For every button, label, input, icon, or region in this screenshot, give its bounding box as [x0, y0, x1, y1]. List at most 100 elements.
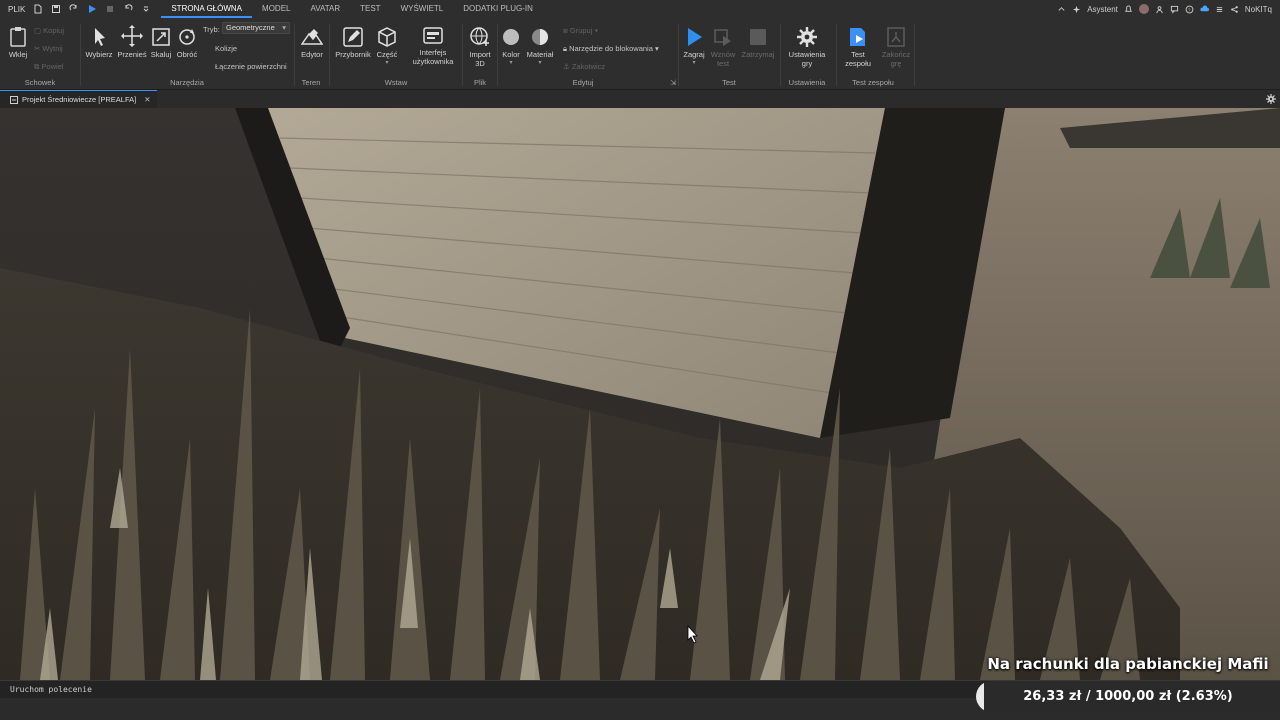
redo-arrow-icon[interactable] [69, 4, 79, 14]
notifications-icon[interactable] [1124, 4, 1133, 14]
color-circle-icon [503, 29, 519, 45]
group-label-file: Plik [473, 78, 487, 87]
assistant-button[interactable]: Asystent [1087, 5, 1118, 14]
cube-icon [378, 27, 396, 47]
mode-select[interactable]: Geometryczne [222, 22, 290, 34]
team-test-label-2: zespołu [845, 59, 871, 68]
color-button[interactable]: Kolor ▾ [500, 26, 522, 66]
game-settings-button[interactable]: Ustawienia gry [784, 26, 830, 68]
import-3d-button[interactable]: Import 3D [465, 26, 495, 68]
mode-value: Geometryczne [226, 23, 275, 32]
viewport-settings-icon[interactable] [1266, 94, 1276, 104]
toolbox-button[interactable]: Przybornik [333, 26, 373, 59]
copy-button[interactable]: ▢ Kopiuj [34, 26, 64, 35]
edit-expand-icon[interactable]: ⇲ [670, 78, 676, 87]
quick-access-dropdown-icon[interactable] [141, 4, 151, 14]
save-icon[interactable] [51, 4, 61, 14]
avatar[interactable] [1138, 4, 1149, 14]
tab-home[interactable]: STRONA GŁÓWNA [161, 0, 253, 18]
paste-button[interactable]: Wklej [6, 26, 30, 59]
game-settings-label-2: gry [801, 59, 813, 68]
list-icon[interactable] [1215, 5, 1224, 14]
user-interface-label-1: Interfejs [419, 48, 447, 57]
undo-icon[interactable] [123, 4, 133, 14]
tab-model[interactable]: MODEL [252, 0, 300, 18]
lock-tool-label: Narzędzie do blokowania [569, 44, 653, 53]
document-tab[interactable]: Projekt Średniowiecze [PREALFA] ✕ [0, 90, 157, 108]
collapse-ribbon-icon[interactable] [1057, 5, 1066, 14]
tab-plugins[interactable]: DODATKI PLUG-IN [453, 0, 543, 18]
material-sphere-icon [532, 29, 548, 45]
assistant-icon[interactable] [1072, 5, 1081, 14]
ribbon-divider [294, 24, 295, 86]
group-button[interactable]: ⧈ Grupuj ▾ [563, 26, 598, 36]
duplicate-button[interactable]: ⧉ Powiel [34, 62, 64, 72]
scale-label: Skaluj [150, 50, 172, 59]
toolbox-label: Przybornik [335, 50, 371, 59]
duplicate-label: Powiel [41, 62, 64, 71]
share-icon[interactable] [1230, 5, 1239, 14]
anchor-button[interactable]: ⚓︎ Zakotwicz [563, 62, 605, 71]
part-label: Część [376, 50, 398, 59]
ribbon-divider [329, 24, 330, 86]
donation-progress-bar: 26,33 zł / 1000,00 zł (2.63%) [976, 681, 1280, 712]
terrain-editor-button[interactable]: Edytor [298, 26, 326, 59]
resume-label-2: test [716, 59, 730, 68]
ribbon-divider [462, 24, 463, 86]
join-surfaces-toggle[interactable]: Łączenie powierzchni [215, 62, 287, 71]
help-icon[interactable]: ? [1185, 5, 1194, 14]
tab-view[interactable]: WYŚWIETL [391, 0, 454, 18]
move-arrows-icon [121, 25, 143, 47]
toolbox-pencil-icon [343, 27, 363, 47]
group-label-insert: Wstaw [384, 78, 408, 87]
team-test-button[interactable]: Test zespołu [840, 26, 876, 68]
team-test-label-1: Test [851, 50, 865, 59]
play-dropdown-icon[interactable]: ▾ [680, 59, 708, 66]
chat-icon[interactable] [1170, 5, 1179, 14]
mode-label: Tryb: [203, 25, 220, 34]
play-quick-icon[interactable] [87, 4, 97, 14]
group-label-team-test: Test zespołu [852, 78, 894, 87]
user-interface-button[interactable]: Interfejs użytkownika [408, 26, 458, 66]
scale-tool-button[interactable]: Skaluj [149, 26, 173, 59]
part-dropdown-icon[interactable]: ▾ [375, 59, 399, 66]
command-input[interactable]: Uruchom polecenie [10, 685, 92, 694]
color-label: Kolor [502, 50, 520, 59]
close-tab-icon[interactable]: ✕ [144, 95, 150, 104]
exit-game-button[interactable]: Zakończ grę [880, 26, 912, 68]
user-interface-icon [423, 27, 443, 44]
ribbon-divider [497, 24, 498, 86]
stop-button[interactable]: Zatrzymaj [740, 26, 776, 59]
exit-game-label-2: grę [890, 59, 902, 68]
stop-quick-icon[interactable] [105, 4, 115, 14]
cloud-icon[interactable] [1200, 4, 1209, 14]
group-label-edit: Edytuj [572, 78, 594, 87]
terrain-editor-label: Edytor [301, 50, 323, 59]
people-icon[interactable] [1155, 5, 1164, 14]
scene-render [0, 108, 1280, 680]
3d-viewport[interactable] [0, 108, 1280, 680]
move-tool-button[interactable]: Przenieś [117, 24, 147, 59]
rotate-tool-button[interactable]: Obróć [175, 26, 199, 59]
part-button[interactable]: Część ▾ [375, 26, 399, 66]
clipboard-icon [10, 27, 26, 47]
donation-progress-text: 26,33 zł / 1000,00 zł (2.63%) [1023, 689, 1233, 704]
play-button[interactable]: Zagraj ▾ [680, 26, 708, 66]
tab-test[interactable]: TEST [350, 0, 390, 18]
exit-game-icon [887, 27, 905, 47]
lock-tool-button[interactable]: 🔒︎ Narzędzie do blokowania ▾ [563, 44, 659, 54]
document-tab-title: Projekt Średniowiecze [PREALFA] [22, 95, 137, 104]
cut-button[interactable]: ✂ Wytnij [34, 44, 63, 53]
resume-label-1: Wznów [710, 50, 736, 59]
file-menu[interactable]: PLIK [0, 5, 33, 14]
resume-test-button[interactable]: Wznów test [708, 26, 738, 68]
stop-label: Zatrzymaj [741, 50, 775, 59]
select-tool-button[interactable]: Wybierz [85, 26, 113, 59]
color-dropdown-icon[interactable]: ▾ [500, 59, 522, 66]
material-button[interactable]: Materiał ▾ [524, 26, 556, 66]
collisions-toggle[interactable]: Kolizje [215, 44, 237, 53]
username[interactable]: NoKITq [1245, 5, 1272, 14]
new-file-icon[interactable] [33, 4, 43, 14]
material-dropdown-icon[interactable]: ▾ [524, 59, 556, 66]
tab-avatar[interactable]: AVATAR [300, 0, 350, 18]
